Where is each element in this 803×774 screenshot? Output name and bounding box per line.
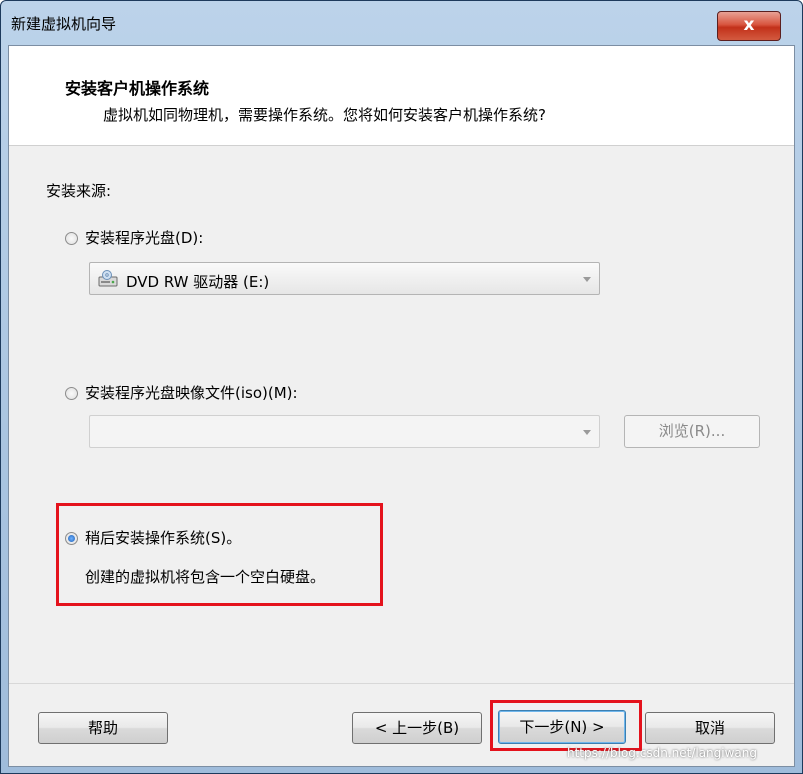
install-later-label[interactable]: 稍后安装操作系统(S)。 xyxy=(85,527,241,548)
drive-select[interactable]: DVD RW 驱动器 (E:) xyxy=(89,262,600,295)
iso-path-combo[interactable] xyxy=(89,415,600,448)
disc-radio-label[interactable]: 安装程序光盘(D): xyxy=(85,227,203,248)
wizard-header: 安装客户机操作系统 虚拟机如同物理机，需要操作系统。您将如何安装客户机操作系统? xyxy=(9,46,794,146)
next-button[interactable]: 下一步(N) > xyxy=(498,710,626,744)
watermark-text: https://blog.csdn.net/langiwang xyxy=(567,746,757,760)
browse-button[interactable]: 浏览(R)... xyxy=(624,415,760,448)
footer-divider xyxy=(9,683,794,684)
title-bar[interactable]: 新建虚拟机向导 x xyxy=(1,1,802,47)
chevron-down-icon xyxy=(583,277,591,282)
page-subtitle: 虚拟机如同物理机，需要操作系统。您将如何安装客户机操作系统? xyxy=(103,106,546,124)
close-button[interactable]: x xyxy=(717,11,781,41)
install-later-radio[interactable] xyxy=(65,532,78,545)
window-title: 新建虚拟机向导 xyxy=(11,15,117,33)
back-button[interactable]: < 上一步(B) xyxy=(352,712,482,744)
install-later-description: 创建的虚拟机将包含一个空白硬盘。 xyxy=(85,568,326,586)
highlight-box-later-option xyxy=(56,503,383,606)
disc-radio[interactable] xyxy=(65,232,78,245)
help-button[interactable]: 帮助 xyxy=(38,712,168,744)
page-title: 安装客户机操作系统 xyxy=(65,79,210,98)
cancel-button[interactable]: 取消 xyxy=(645,712,775,744)
wizard-window: 新建虚拟机向导 x 安装客户机操作系统 虚拟机如同物理机，需要操作系统。您将如何… xyxy=(0,0,803,774)
close-icon: x xyxy=(743,15,755,35)
optical-drive-icon xyxy=(98,270,118,287)
wizard-body: 安装客户机操作系统 虚拟机如同物理机，需要操作系统。您将如何安装客户机操作系统?… xyxy=(8,45,795,767)
iso-radio-label[interactable]: 安装程序光盘映像文件(iso)(M): xyxy=(85,382,298,403)
iso-radio[interactable] xyxy=(65,387,78,400)
drive-select-value: DVD RW 驱动器 (E:) xyxy=(126,273,270,291)
install-source-label: 安装来源: xyxy=(46,182,112,200)
chevron-down-icon xyxy=(583,430,591,435)
